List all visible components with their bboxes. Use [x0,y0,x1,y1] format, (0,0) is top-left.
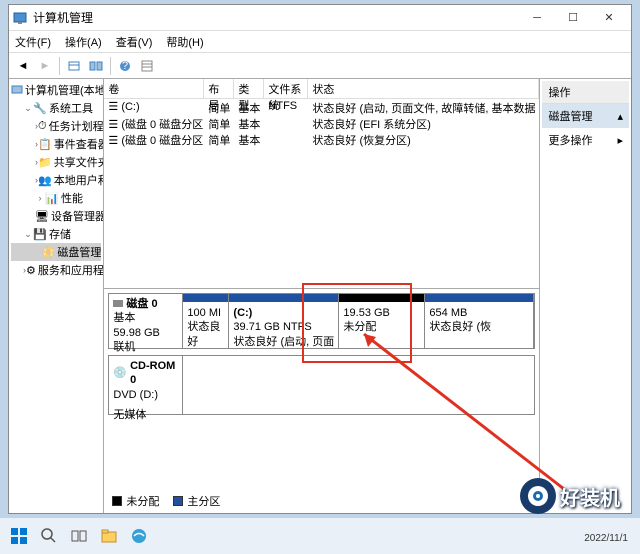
partition-recovery[interactable]: 654 MB状态良好 (恢 [425,294,534,348]
menu-help[interactable]: 帮助(H) [166,34,203,50]
action-more[interactable]: 更多操作▸ [542,128,629,152]
volume-row[interactable]: ☰ (磁盘 0 磁盘分区 1)简单基本状态良好 (EFI 系统分区) [104,115,539,131]
main-pane: 卷 布局 类型 文件系统 状态 ☰ (C:)简单基本NTFS状态良好 (启动, … [104,79,540,513]
menubar: 文件(F) 操作(A) 查看(V) 帮助(H) [9,31,631,53]
action-diskmgmt[interactable]: 磁盘管理▴ [542,104,629,128]
window-title: 计算机管理 [33,9,519,26]
minimize-button[interactable]: ─ [519,6,555,30]
tree-performance[interactable]: ›📊性能 [11,189,101,207]
actions-pane: 操作 磁盘管理▴ 更多操作▸ [540,79,631,513]
tree-services[interactable]: ›⚙服务和应用程序 [11,261,101,279]
menu-file[interactable]: 文件(F) [15,34,51,50]
svg-text:?: ? [122,60,128,72]
maximize-button[interactable]: ☐ [555,6,591,30]
volume-row[interactable]: ☰ (磁盘 0 磁盘分区 4)简单基本状态良好 (恢复分区) [104,131,539,147]
legend: 未分配 主分区 [112,493,220,509]
col-type[interactable]: 类型 [234,79,264,98]
disk-0-row[interactable]: 磁盘 0 基本 59.98 GB 联机 100 MI状态良好 (C:)39.71… [108,293,535,349]
settings-button[interactable] [137,56,157,76]
cdrom-row[interactable]: 💿CD-ROM 0 DVD (D:) 无媒体 [108,355,535,415]
disk-graphical-view: 磁盘 0 基本 59.98 GB 联机 100 MI状态良好 (C:)39.71… [104,289,539,513]
partition-efi[interactable]: 100 MI状态良好 [183,294,229,348]
computer-management-window: 计算机管理 ─ ☐ ✕ 文件(F) 操作(A) 查看(V) 帮助(H) ◄ ► … [8,4,632,514]
toolbar-icon[interactable] [64,56,84,76]
menu-action[interactable]: 操作(A) [65,34,102,50]
tree-devicemgr[interactable]: 🖥设备管理器 [11,207,101,225]
titlebar[interactable]: 计算机管理 ─ ☐ ✕ [9,5,631,31]
taskview-icon[interactable] [68,525,90,547]
toolbar: ◄ ► ? [9,53,631,79]
partition-c[interactable]: (C:)39.71 GB NTFS状态良好 (启动, 页面 [229,294,339,348]
tree-systools[interactable]: ⌄🔧系统工具 [11,99,101,117]
back-button[interactable]: ◄ [13,56,33,76]
volume-list[interactable]: 卷 布局 类型 文件系统 状态 ☰ (C:)简单基本NTFS状态良好 (启动, … [104,79,539,289]
tree-root[interactable]: 计算机管理(本地) [11,81,101,99]
taskbar-date[interactable]: 2022/11/1 [584,533,628,544]
collapse-icon: ▴ [617,110,623,123]
actions-header: 操作 [542,81,629,104]
tree-sharedfolders[interactable]: ›📁共享文件夹 [11,153,101,171]
tree-storage[interactable]: ⌄💾存储 [11,225,101,243]
chevron-right-icon: ▸ [617,134,623,147]
app-icon [13,11,27,25]
refresh-button[interactable] [86,56,106,76]
help-button[interactable]: ? [115,56,135,76]
tree-taskscheduler[interactable]: ›⏱任务计划程序 [11,117,101,135]
col-fs[interactable]: 文件系统 [264,79,308,98]
disk-0-info[interactable]: 磁盘 0 基本 59.98 GB 联机 [109,294,183,348]
taskbar[interactable] [0,518,640,554]
watermark: 好装机 [520,478,620,514]
menu-view[interactable]: 查看(V) [116,34,153,50]
nav-tree[interactable]: 计算机管理(本地) ⌄🔧系统工具 ›⏱任务计划程序 ›📋事件查看器 ›📁共享文件… [9,79,104,513]
col-layout[interactable]: 布局 [204,79,234,98]
col-status[interactable]: 状态 [308,79,539,98]
close-button[interactable]: ✕ [591,6,627,30]
volume-row[interactable]: ☰ (C:)简单基本NTFS状态良好 (启动, 页面文件, 故障转储, 基本数据 [104,99,539,115]
cdrom-info[interactable]: 💿CD-ROM 0 DVD (D:) 无媒体 [109,356,183,414]
volume-header[interactable]: 卷 布局 类型 文件系统 状态 [104,79,539,99]
tree-eventviewer[interactable]: ›📋事件查看器 [11,135,101,153]
partition-unallocated[interactable]: 19.53 GB未分配 [339,294,425,348]
forward-button[interactable]: ► [35,56,55,76]
col-volume[interactable]: 卷 [104,79,204,98]
explorer-icon[interactable] [98,525,120,547]
tree-localusers[interactable]: ›👥本地用户和组 [11,171,101,189]
start-button[interactable] [8,525,30,547]
tree-diskmgmt[interactable]: 📀磁盘管理 [11,243,101,261]
edge-icon[interactable] [128,525,150,547]
search-icon[interactable] [38,525,60,547]
